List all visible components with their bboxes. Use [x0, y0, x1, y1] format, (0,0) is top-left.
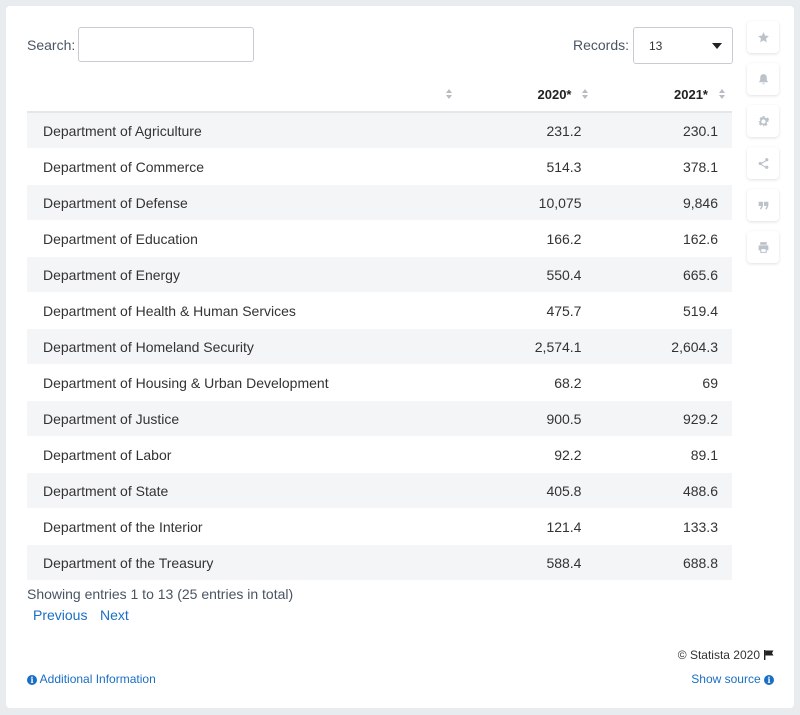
value-2021-cell: 488.6	[595, 472, 732, 509]
search-input[interactable]	[78, 27, 254, 62]
value-2021-cell: 929.2	[595, 400, 732, 437]
settings-button[interactable]	[747, 105, 779, 137]
print-icon	[758, 241, 768, 253]
table-row: Department of Health & Human Services 475…	[27, 292, 732, 329]
table-row: Department of Justice 900.5 929.2	[27, 400, 732, 437]
table-row: Department of Homeland Security 2,574.1 2,…	[27, 328, 732, 365]
department-name-cell: Department of State	[27, 472, 459, 509]
additional-information-link[interactable]: i Additional Information	[27, 672, 156, 686]
search-label: Search:	[27, 37, 76, 53]
star-icon	[757, 31, 769, 42]
records-select-value: 13	[649, 39, 663, 53]
value-2020-cell: 92.2	[458, 436, 596, 473]
additional-information-label: Additional Information	[39, 672, 156, 686]
chevron-down-icon	[712, 43, 722, 49]
bell-icon	[758, 73, 768, 84]
value-2021-cell: 9,846	[595, 184, 732, 221]
value-2020-cell: 166.2	[458, 220, 596, 257]
value-2021-cell: 519.4	[595, 292, 732, 329]
department-name-cell: Department of Labor	[27, 436, 459, 473]
info-icon: i	[764, 675, 774, 685]
table-row: Department of Energy 550.4 665.6	[27, 256, 732, 293]
table-row: Department of State 405.8 488.6	[27, 472, 732, 509]
department-name-cell: Department of Education	[27, 220, 459, 257]
show-source-link[interactable]: Show source i	[691, 672, 774, 686]
value-2020-cell: 405.8	[458, 472, 596, 509]
notification-button[interactable]	[747, 63, 779, 95]
favorite-button[interactable]	[747, 21, 779, 53]
department-name-cell: Department of Homeland Security	[27, 328, 459, 365]
sort-icon	[445, 89, 453, 99]
print-button[interactable]	[747, 231, 779, 263]
value-2021-cell: 162.6	[595, 220, 732, 257]
column-header-name[interactable]	[27, 77, 459, 113]
department-name-cell: Department of Housing & Urban Developmen…	[27, 364, 459, 401]
column-header-label: 2021*	[674, 86, 708, 102]
value-2021-cell: 230.1	[595, 112, 732, 149]
share-icon	[758, 157, 768, 169]
value-2020-cell: 475.7	[458, 292, 596, 329]
data-table: 2020* 2021* Department of Agriculture 231…	[27, 77, 732, 581]
copyright-text: © Statista 2020	[677, 648, 760, 662]
table-row: Department of Labor 92.2 89.1	[27, 436, 732, 473]
value-2020-cell: 231.2	[458, 112, 596, 149]
previous-page-link[interactable]: Previous	[33, 607, 87, 623]
info-icon: i	[27, 675, 37, 685]
department-name-cell: Department of Defense	[27, 184, 459, 221]
value-2020-cell: 10,075	[458, 184, 596, 221]
copyright: © Statista 2020	[678, 648, 774, 662]
column-header-2020[interactable]: 2020*	[458, 77, 596, 113]
department-name-cell: Department of Commerce	[27, 148, 459, 185]
table-row: Department of Education 166.2 162.6	[27, 220, 732, 257]
department-name-cell: Department of the Treasury	[27, 544, 459, 581]
value-2020-cell: 68.2	[458, 364, 596, 401]
department-name-cell: Department of Agriculture	[27, 112, 459, 149]
department-name-cell: Department of the Interior	[27, 508, 459, 545]
share-button[interactable]	[747, 147, 779, 179]
value-2021-cell: 133.3	[595, 508, 732, 545]
column-header-2021[interactable]: 2021*	[595, 77, 732, 113]
value-2020-cell: 900.5	[458, 400, 596, 437]
value-2021-cell: 688.8	[595, 544, 732, 581]
value-2021-cell: 378.1	[595, 148, 732, 185]
value-2021-cell: 69	[595, 364, 732, 401]
department-name-cell: Department of Health & Human Services	[27, 292, 459, 329]
statistic-card: Search: Records: 13 2020* 2021* Departme…	[6, 6, 794, 708]
value-2020-cell: 588.4	[458, 544, 596, 581]
value-2021-cell: 2,604.3	[595, 328, 732, 365]
records-label: Records:	[573, 37, 630, 53]
table-row: Department of Defense 10,075 9,846	[27, 184, 732, 221]
table-row: Department of the Interior 121.4 133.3	[27, 508, 732, 545]
department-name-cell: Department of Justice	[27, 400, 459, 437]
entries-info: Showing entries 1 to 13 (25 entries in t…	[27, 586, 294, 602]
flag-icon[interactable]	[764, 650, 774, 660]
show-source-label: Show source	[691, 672, 761, 686]
department-name-cell: Department of Energy	[27, 256, 459, 293]
table-row: Department of Commerce 514.3 378.1	[27, 148, 732, 185]
table-row: Department of Housing & Urban Developmen…	[27, 364, 732, 401]
records-select[interactable]: 13	[633, 27, 733, 64]
value-2020-cell: 121.4	[458, 508, 596, 545]
next-page-link[interactable]: Next	[100, 607, 129, 623]
cite-button[interactable]	[747, 189, 779, 221]
value-2020-cell: 2,574.1	[458, 328, 596, 365]
column-header-label: 2020*	[537, 86, 572, 102]
value-2020-cell: 550.4	[458, 256, 596, 293]
value-2021-cell: 89.1	[595, 436, 732, 473]
value-2020-cell: 514.3	[458, 148, 596, 185]
table-row: Department of Agriculture 231.2 230.1	[27, 112, 732, 149]
quote-icon	[758, 201, 768, 209]
sort-icon	[582, 89, 589, 99]
gear-icon	[757, 115, 769, 127]
table-row: Department of the Treasury 588.4 688.8	[27, 544, 732, 581]
value-2021-cell: 665.6	[595, 256, 732, 293]
sort-icon	[719, 89, 726, 99]
